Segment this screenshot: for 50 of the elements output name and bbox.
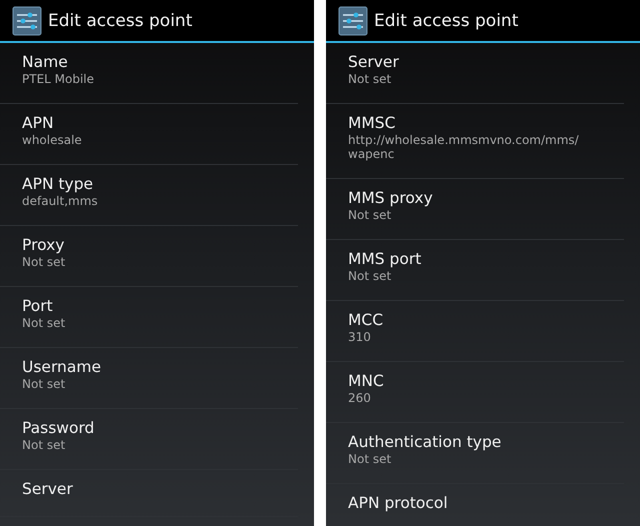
preference-title: Name <box>22 52 69 72</box>
preference-summary: Not set <box>348 72 392 86</box>
preference-title: Server <box>22 479 74 499</box>
preference-item[interactable]: MMS port Not set <box>326 240 624 301</box>
preference-item[interactable]: MCC 310 <box>326 301 624 362</box>
preference-item[interactable]: Password Not set <box>0 409 298 470</box>
preference-summary: 310 <box>348 330 372 344</box>
preference-title: APN <box>22 113 55 133</box>
preference-item[interactable]: Name PTEL Mobile <box>0 43 298 104</box>
preference-summary: wholesale <box>22 133 83 147</box>
preference-title: APN type <box>22 174 94 194</box>
preference-item[interactable]: Proxy Not set <box>0 226 298 287</box>
preference-title: Proxy <box>22 235 66 255</box>
preference-item[interactable]: Server <box>0 470 298 517</box>
preference-title: MMSC <box>348 113 396 133</box>
preference-item[interactable]: APN protocol <box>326 484 624 526</box>
preference-item[interactable]: Port Not set <box>0 287 298 348</box>
preference-title: Password <box>22 418 96 438</box>
screen-title: Edit access point <box>48 10 192 30</box>
preference-item[interactable]: Server Not set <box>326 43 624 104</box>
preference-summary: Not set <box>22 255 66 269</box>
preference-title: Port <box>22 296 54 316</box>
preference-title: Username <box>22 357 102 377</box>
preference-summary: default,mms <box>22 194 99 208</box>
preference-summary: Not set <box>348 452 392 466</box>
preference-item[interactable]: Username Not set <box>0 348 298 409</box>
preference-summary: Not set <box>22 377 66 391</box>
preference-summary: Not set <box>22 316 66 330</box>
preference-summary: Not set <box>348 208 392 222</box>
preference-title: MNC <box>348 371 385 391</box>
preference-item[interactable]: MNC 260 <box>326 362 624 423</box>
screen-title: Edit access point <box>374 10 518 30</box>
preference-title: APN protocol <box>348 493 449 513</box>
preference-title: MMS port <box>348 249 422 269</box>
preference-summary: http://wholesale.mmsmvno.com/mms/ wapenc <box>348 133 580 161</box>
preference-summary: PTEL Mobile <box>22 72 96 86</box>
preference-item[interactable]: APN type default,mms <box>0 165 298 226</box>
preference-title: MCC <box>348 310 384 330</box>
settings-icon <box>12 6 42 36</box>
preference-item[interactable]: MMSC http://wholesale.mmsmvno.com/mms/ wapenc <box>326 104 624 179</box>
settings-icon <box>338 6 368 36</box>
preference-title: Authentication type <box>348 432 502 452</box>
preference-title: MMS proxy <box>348 188 434 208</box>
preference-summary: Not set <box>348 269 392 283</box>
preference-item[interactable]: MMS proxy Not set <box>326 179 624 240</box>
preference-item[interactable]: Authentication type Not set <box>326 423 624 484</box>
preference-summary: Not set <box>22 438 66 452</box>
preference-summary: 260 <box>348 391 372 405</box>
preference-item[interactable]: APN wholesale <box>0 104 298 165</box>
preference-title: Server <box>348 52 400 72</box>
